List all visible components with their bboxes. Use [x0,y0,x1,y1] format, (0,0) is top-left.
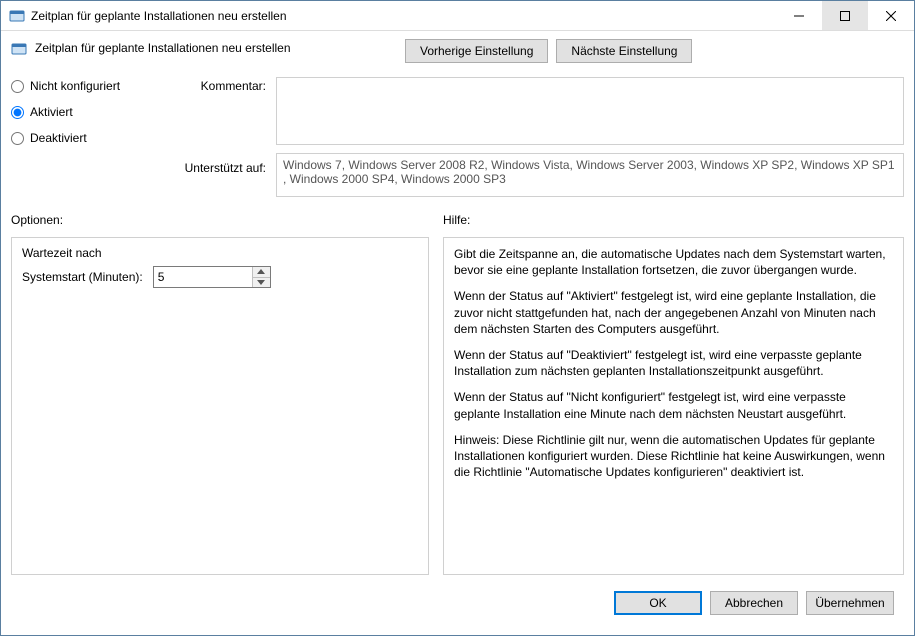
minimize-button[interactable] [776,1,822,30]
radio-disabled[interactable]: Deaktiviert [11,131,161,145]
policy-icon [11,41,27,57]
policy-dialog: Zeitplan für geplante Installationen neu… [0,0,915,636]
wait-minutes-input[interactable] [154,267,252,287]
wait-row: Systemstart (Minuten): [22,266,418,288]
wait-label-line1: Wartezeit nach [22,246,418,260]
state-radio-group: Nicht konfiguriert Aktiviert Deaktiviert [11,77,161,197]
supported-on-label: Unterstützt auf: [171,161,266,175]
wait-minutes-spinner[interactable] [153,266,271,288]
help-panel[interactable]: Gibt die Zeitspanne an, die automatische… [443,237,904,575]
window-title: Zeitplan für geplante Installationen neu… [31,9,776,23]
radio-disabled-input[interactable] [11,132,24,145]
ok-button[interactable]: OK [614,591,702,615]
app-icon [9,8,25,24]
spinner-up-button[interactable] [253,267,270,278]
wait-label-line2: Systemstart (Minuten): [22,270,143,284]
radio-enabled-input[interactable] [11,106,24,119]
split-headers: Optionen: Hilfe: [11,213,904,227]
window-controls [776,1,914,30]
help-paragraph: Hinweis: Diese Richtlinie gilt nur, wenn… [454,432,893,481]
maximize-button[interactable] [822,1,868,30]
next-setting-button[interactable]: Nächste Einstellung [556,39,692,63]
titlebar: Zeitplan für geplante Installationen neu… [1,1,914,31]
close-button[interactable] [868,1,914,30]
radio-enabled-label: Aktiviert [30,105,73,119]
comment-label: Kommentar: [171,79,266,93]
previous-setting-button[interactable]: Vorherige Einstellung [405,39,548,63]
config-row: Nicht konfiguriert Aktiviert Deaktiviert… [11,77,904,197]
help-header: Hilfe: [443,213,904,227]
spinner-buttons [252,267,270,287]
radio-not-configured-label: Nicht konfiguriert [30,79,120,93]
dialog-footer: OK Abbrechen Übernehmen [11,581,904,625]
subheader-title: Zeitplan für geplante Installationen neu… [35,39,397,55]
options-panel: Wartezeit nach Systemstart (Minuten): [11,237,429,575]
radio-disabled-label: Deaktiviert [30,131,87,145]
split-body: Wartezeit nach Systemstart (Minuten): [11,237,904,575]
dialog-content: Zeitplan für geplante Installationen neu… [1,31,914,635]
spinner-down-button[interactable] [253,278,270,288]
fields-column [276,77,904,197]
radio-not-configured-input[interactable] [11,80,24,93]
help-paragraph: Wenn der Status auf "Aktiviert" festgele… [454,288,893,337]
radio-enabled[interactable]: Aktiviert [11,105,161,119]
subheader-row: Zeitplan für geplante Installationen neu… [11,39,904,63]
help-paragraph: Gibt die Zeitspanne an, die automatische… [454,246,893,278]
help-paragraph: Wenn der Status auf "Nicht konfiguriert"… [454,389,893,421]
apply-button[interactable]: Übernehmen [806,591,894,615]
comment-textarea[interactable] [276,77,904,145]
radio-not-configured[interactable]: Nicht konfiguriert [11,79,161,93]
help-paragraph: Wenn der Status auf "Deaktiviert" festge… [454,347,893,379]
options-header: Optionen: [11,213,429,227]
nav-buttons: Vorherige Einstellung Nächste Einstellun… [405,39,692,63]
cancel-button[interactable]: Abbrechen [710,591,798,615]
field-labels-column: Kommentar: Unterstützt auf: [171,77,266,197]
supported-on-textarea[interactable] [276,153,904,197]
